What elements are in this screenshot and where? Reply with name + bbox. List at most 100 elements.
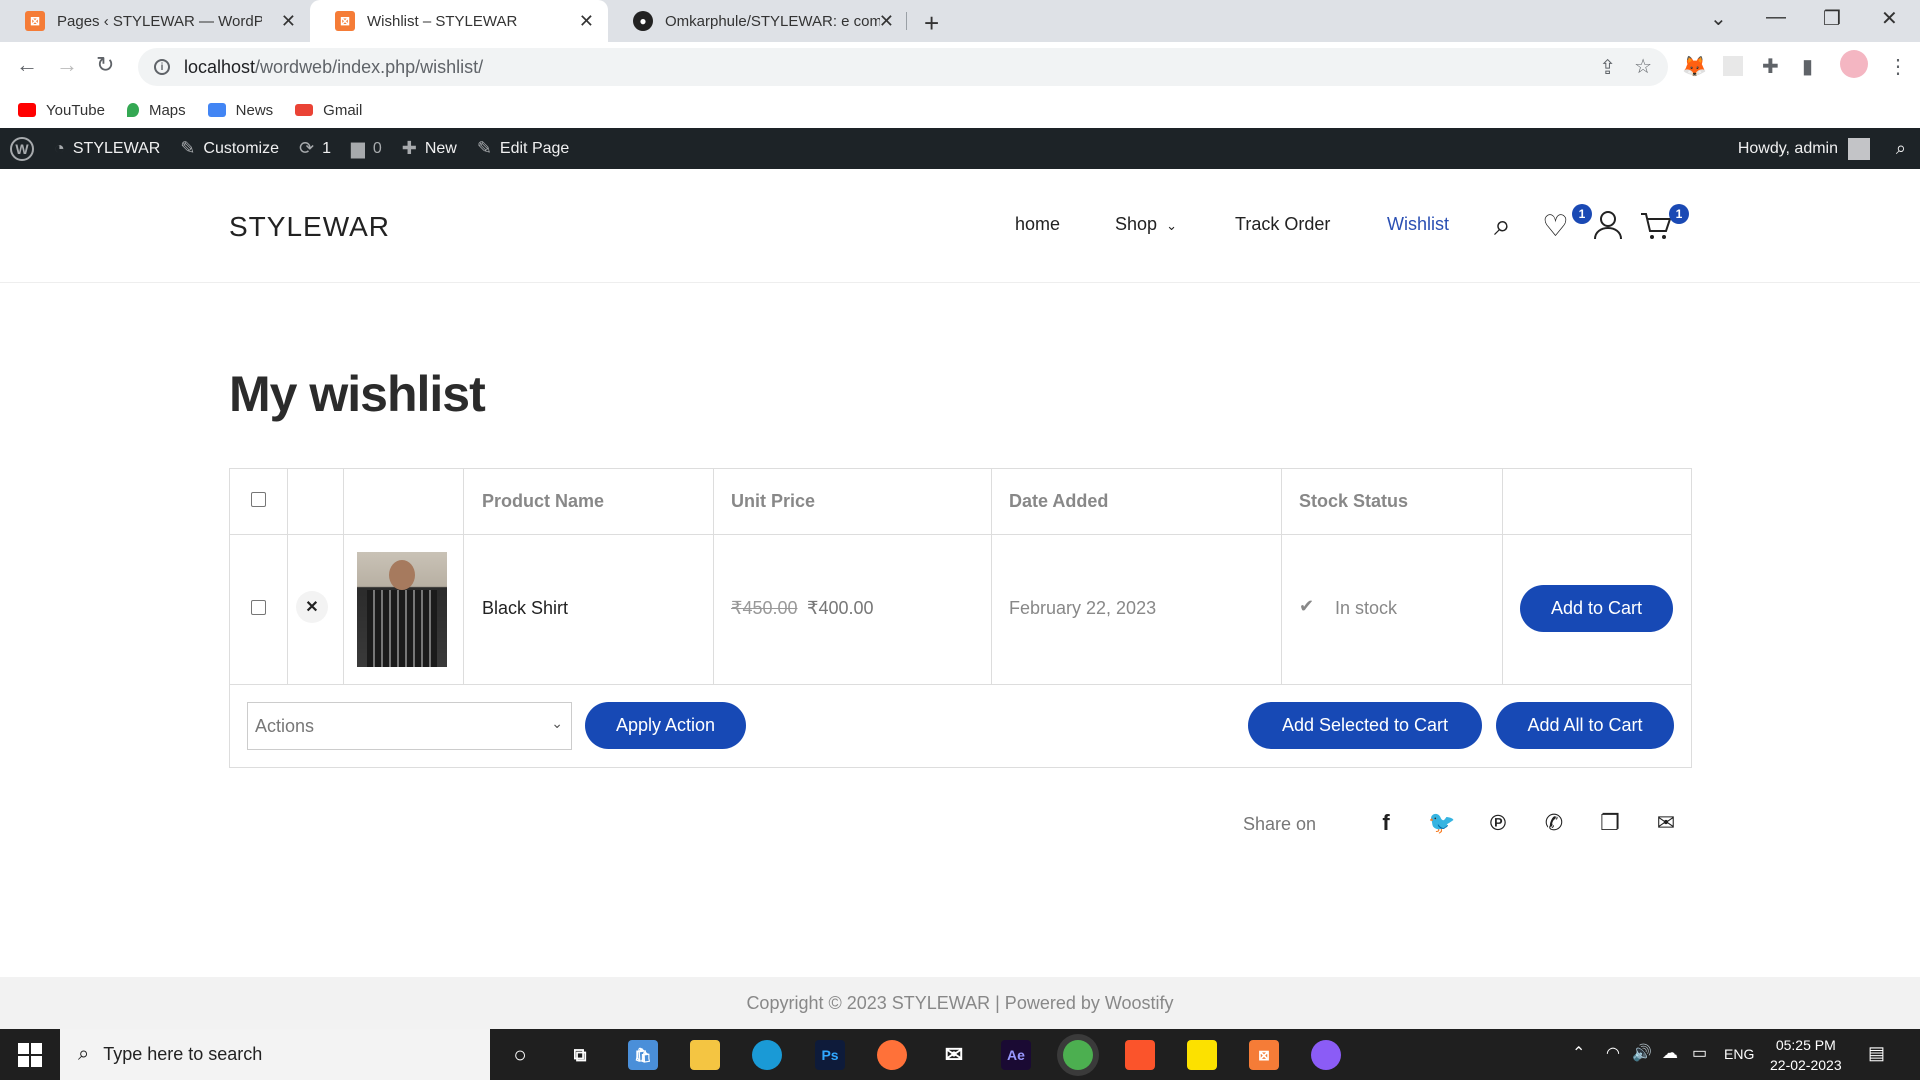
- tab-search-icon[interactable]: ⌄: [1710, 6, 1727, 31]
- avatar: [1848, 137, 1870, 160]
- bookmark-star-icon[interactable]: ☆: [1634, 54, 1652, 79]
- mail-icon[interactable]: ✉: [939, 1040, 969, 1070]
- maximize-button[interactable]: ❐: [1823, 6, 1841, 31]
- twitter-icon[interactable]: 🐦: [1428, 810, 1456, 836]
- bookmark-maps[interactable]: Maps: [126, 102, 186, 119]
- puzzle-extensions-icon[interactable]: ✚: [1762, 54, 1779, 79]
- email-icon[interactable]: ✉: [1652, 810, 1680, 836]
- tab-github[interactable]: ● Omkarphule/STYLEWAR: e comm ✕: [608, 0, 908, 42]
- close-icon[interactable]: ✕: [879, 11, 894, 32]
- sticky-notes-icon[interactable]: [1187, 1040, 1217, 1070]
- new-tab-button[interactable]: +: [924, 8, 939, 39]
- select-all-checkbox[interactable]: [251, 492, 266, 507]
- close-icon[interactable]: ✕: [281, 11, 296, 32]
- taskbar-search-input[interactable]: ⌕ Type here to search: [60, 1029, 490, 1080]
- edit-page-link[interactable]: ✎ Edit Page: [477, 138, 569, 159]
- site-header: STYLEWAR home Shop ⌄ Track Order Wishlis…: [0, 169, 1920, 283]
- info-icon[interactable]: i: [154, 59, 170, 75]
- row-checkbox[interactable]: [251, 600, 266, 615]
- search-icon: ⌕: [78, 1043, 90, 1065]
- forward-icon[interactable]: →: [56, 52, 78, 78]
- battery-icon[interactable]: ▭: [1692, 1043, 1707, 1063]
- chrome-icon[interactable]: [1063, 1040, 1093, 1070]
- remove-item-button[interactable]: ✕: [296, 591, 328, 623]
- onedrive-icon[interactable]: ☁: [1662, 1043, 1678, 1063]
- user-icon[interactable]: [1592, 209, 1624, 241]
- whatsapp-icon[interactable]: ✆: [1540, 810, 1568, 836]
- bookmark-gmail[interactable]: Gmail: [295, 102, 362, 119]
- after-effects-icon[interactable]: Ae: [1001, 1040, 1031, 1070]
- add-selected-to-cart-button[interactable]: Add Selected to Cart: [1248, 702, 1482, 749]
- tab-wishlist[interactable]: ⊠ Wishlist – STYLEWAR ✕: [310, 0, 608, 42]
- xampp-icon[interactable]: ⊠: [1249, 1040, 1279, 1070]
- file-explorer-icon[interactable]: [690, 1040, 720, 1070]
- close-icon[interactable]: ✕: [579, 11, 594, 32]
- admin-site-link[interactable]: ◔ STYLEWAR: [54, 138, 160, 159]
- clock[interactable]: 05:25 PM 22-02-2023: [1770, 1035, 1842, 1075]
- task-view-icon[interactable]: ⧉: [565, 1040, 595, 1070]
- profile-avatar[interactable]: [1840, 50, 1868, 78]
- windows-start-icon[interactable]: [18, 1043, 42, 1067]
- minimize-button[interactable]: —: [1766, 6, 1786, 29]
- menu-icon[interactable]: ⋮: [1888, 54, 1908, 79]
- volume-icon[interactable]: 🔊: [1632, 1043, 1652, 1063]
- browser-tab-strip: ⊠ Pages ‹ STYLEWAR — WordPress ✕ ⊠ Wishl…: [0, 0, 1920, 42]
- cortana-icon[interactable]: ○: [505, 1040, 535, 1070]
- github-desktop-icon[interactable]: [1311, 1040, 1341, 1070]
- windows-taskbar: ⌕ Type here to search ○ ⧉ 🛍 Ps ✉ Ae ⊠ ⌃ …: [0, 1029, 1920, 1080]
- store-icon[interactable]: 🛍: [628, 1040, 658, 1070]
- tab-pages[interactable]: ⊠ Pages ‹ STYLEWAR — WordPress ✕: [0, 0, 310, 42]
- search-icon[interactable]: ⌕: [1896, 138, 1906, 159]
- start-tile: [31, 1043, 42, 1054]
- firefox-icon[interactable]: [877, 1040, 907, 1070]
- youtube-icon: [18, 103, 36, 117]
- url-input[interactable]: i localhost/wordweb/index.php/wishlist/ …: [138, 48, 1668, 86]
- share-icon[interactable]: ⇪: [1599, 55, 1616, 80]
- product-name-link[interactable]: Black Shirt: [482, 598, 568, 619]
- comments-link[interactable]: ▆ 0: [351, 138, 382, 159]
- chevron-up-icon[interactable]: ⌃: [1572, 1043, 1585, 1063]
- xampp-icon: ⊠: [335, 11, 355, 31]
- side-panel-icon[interactable]: ▮: [1802, 54, 1813, 79]
- copy-link-icon[interactable]: ❐: [1596, 810, 1624, 836]
- cart-icon[interactable]: [1640, 211, 1672, 241]
- nav-track-order[interactable]: Track Order: [1235, 214, 1330, 235]
- wordpress-logo-icon[interactable]: W: [10, 136, 34, 161]
- nav-wishlist[interactable]: Wishlist: [1387, 214, 1449, 235]
- nav-shop[interactable]: Shop ⌄: [1115, 214, 1177, 235]
- facebook-icon[interactable]: f: [1372, 810, 1400, 836]
- apply-action-button[interactable]: Apply Action: [585, 702, 746, 749]
- edge-icon[interactable]: [752, 1040, 782, 1070]
- pinterest-icon[interactable]: ℗: [1484, 810, 1512, 836]
- wifi-icon[interactable]: ◠: [1606, 1043, 1620, 1063]
- bookmark-youtube[interactable]: YouTube: [18, 102, 105, 119]
- customize-link[interactable]: ✎ Customize: [180, 138, 279, 159]
- close-window-button[interactable]: ✕: [1881, 6, 1898, 31]
- photoshop-icon[interactable]: Ps: [815, 1040, 845, 1070]
- product-thumbnail[interactable]: [357, 552, 447, 667]
- new-content-link[interactable]: ✚ New: [402, 138, 457, 159]
- brave-icon[interactable]: [1125, 1040, 1155, 1070]
- address-bar-row: ← → ↻ i localhost/wordweb/index.php/wish…: [0, 42, 1920, 92]
- row-divider: [230, 534, 1691, 535]
- account-menu[interactable]: Howdy, admin: [1738, 128, 1870, 169]
- add-to-cart-button[interactable]: Add to Cart: [1520, 585, 1673, 632]
- add-all-to-cart-button[interactable]: Add All to Cart: [1496, 702, 1674, 749]
- metamask-extension-icon[interactable]: 🦊: [1682, 54, 1707, 79]
- old-price: ₹450.00: [731, 598, 798, 618]
- heart-icon[interactable]: ♡: [1542, 209, 1569, 244]
- search-icon[interactable]: ⌕: [1494, 209, 1511, 243]
- check-icon: ✔: [1299, 596, 1315, 616]
- site-logo[interactable]: STYLEWAR: [229, 211, 390, 243]
- plus-icon: ✚: [401, 138, 417, 158]
- nav-home[interactable]: home: [1015, 214, 1060, 235]
- back-icon[interactable]: ←: [16, 52, 38, 78]
- notifications-icon[interactable]: ▤: [1868, 1043, 1885, 1064]
- language-indicator[interactable]: ENG: [1724, 1046, 1754, 1062]
- extension-icon[interactable]: [1723, 56, 1743, 76]
- bulk-actions-select[interactable]: Actions ⌄: [247, 702, 572, 750]
- maps-icon: [126, 103, 139, 117]
- bookmark-news[interactable]: News: [207, 102, 273, 119]
- reload-icon[interactable]: ↻: [96, 52, 114, 78]
- updates-link[interactable]: ⟳ 1: [299, 138, 331, 159]
